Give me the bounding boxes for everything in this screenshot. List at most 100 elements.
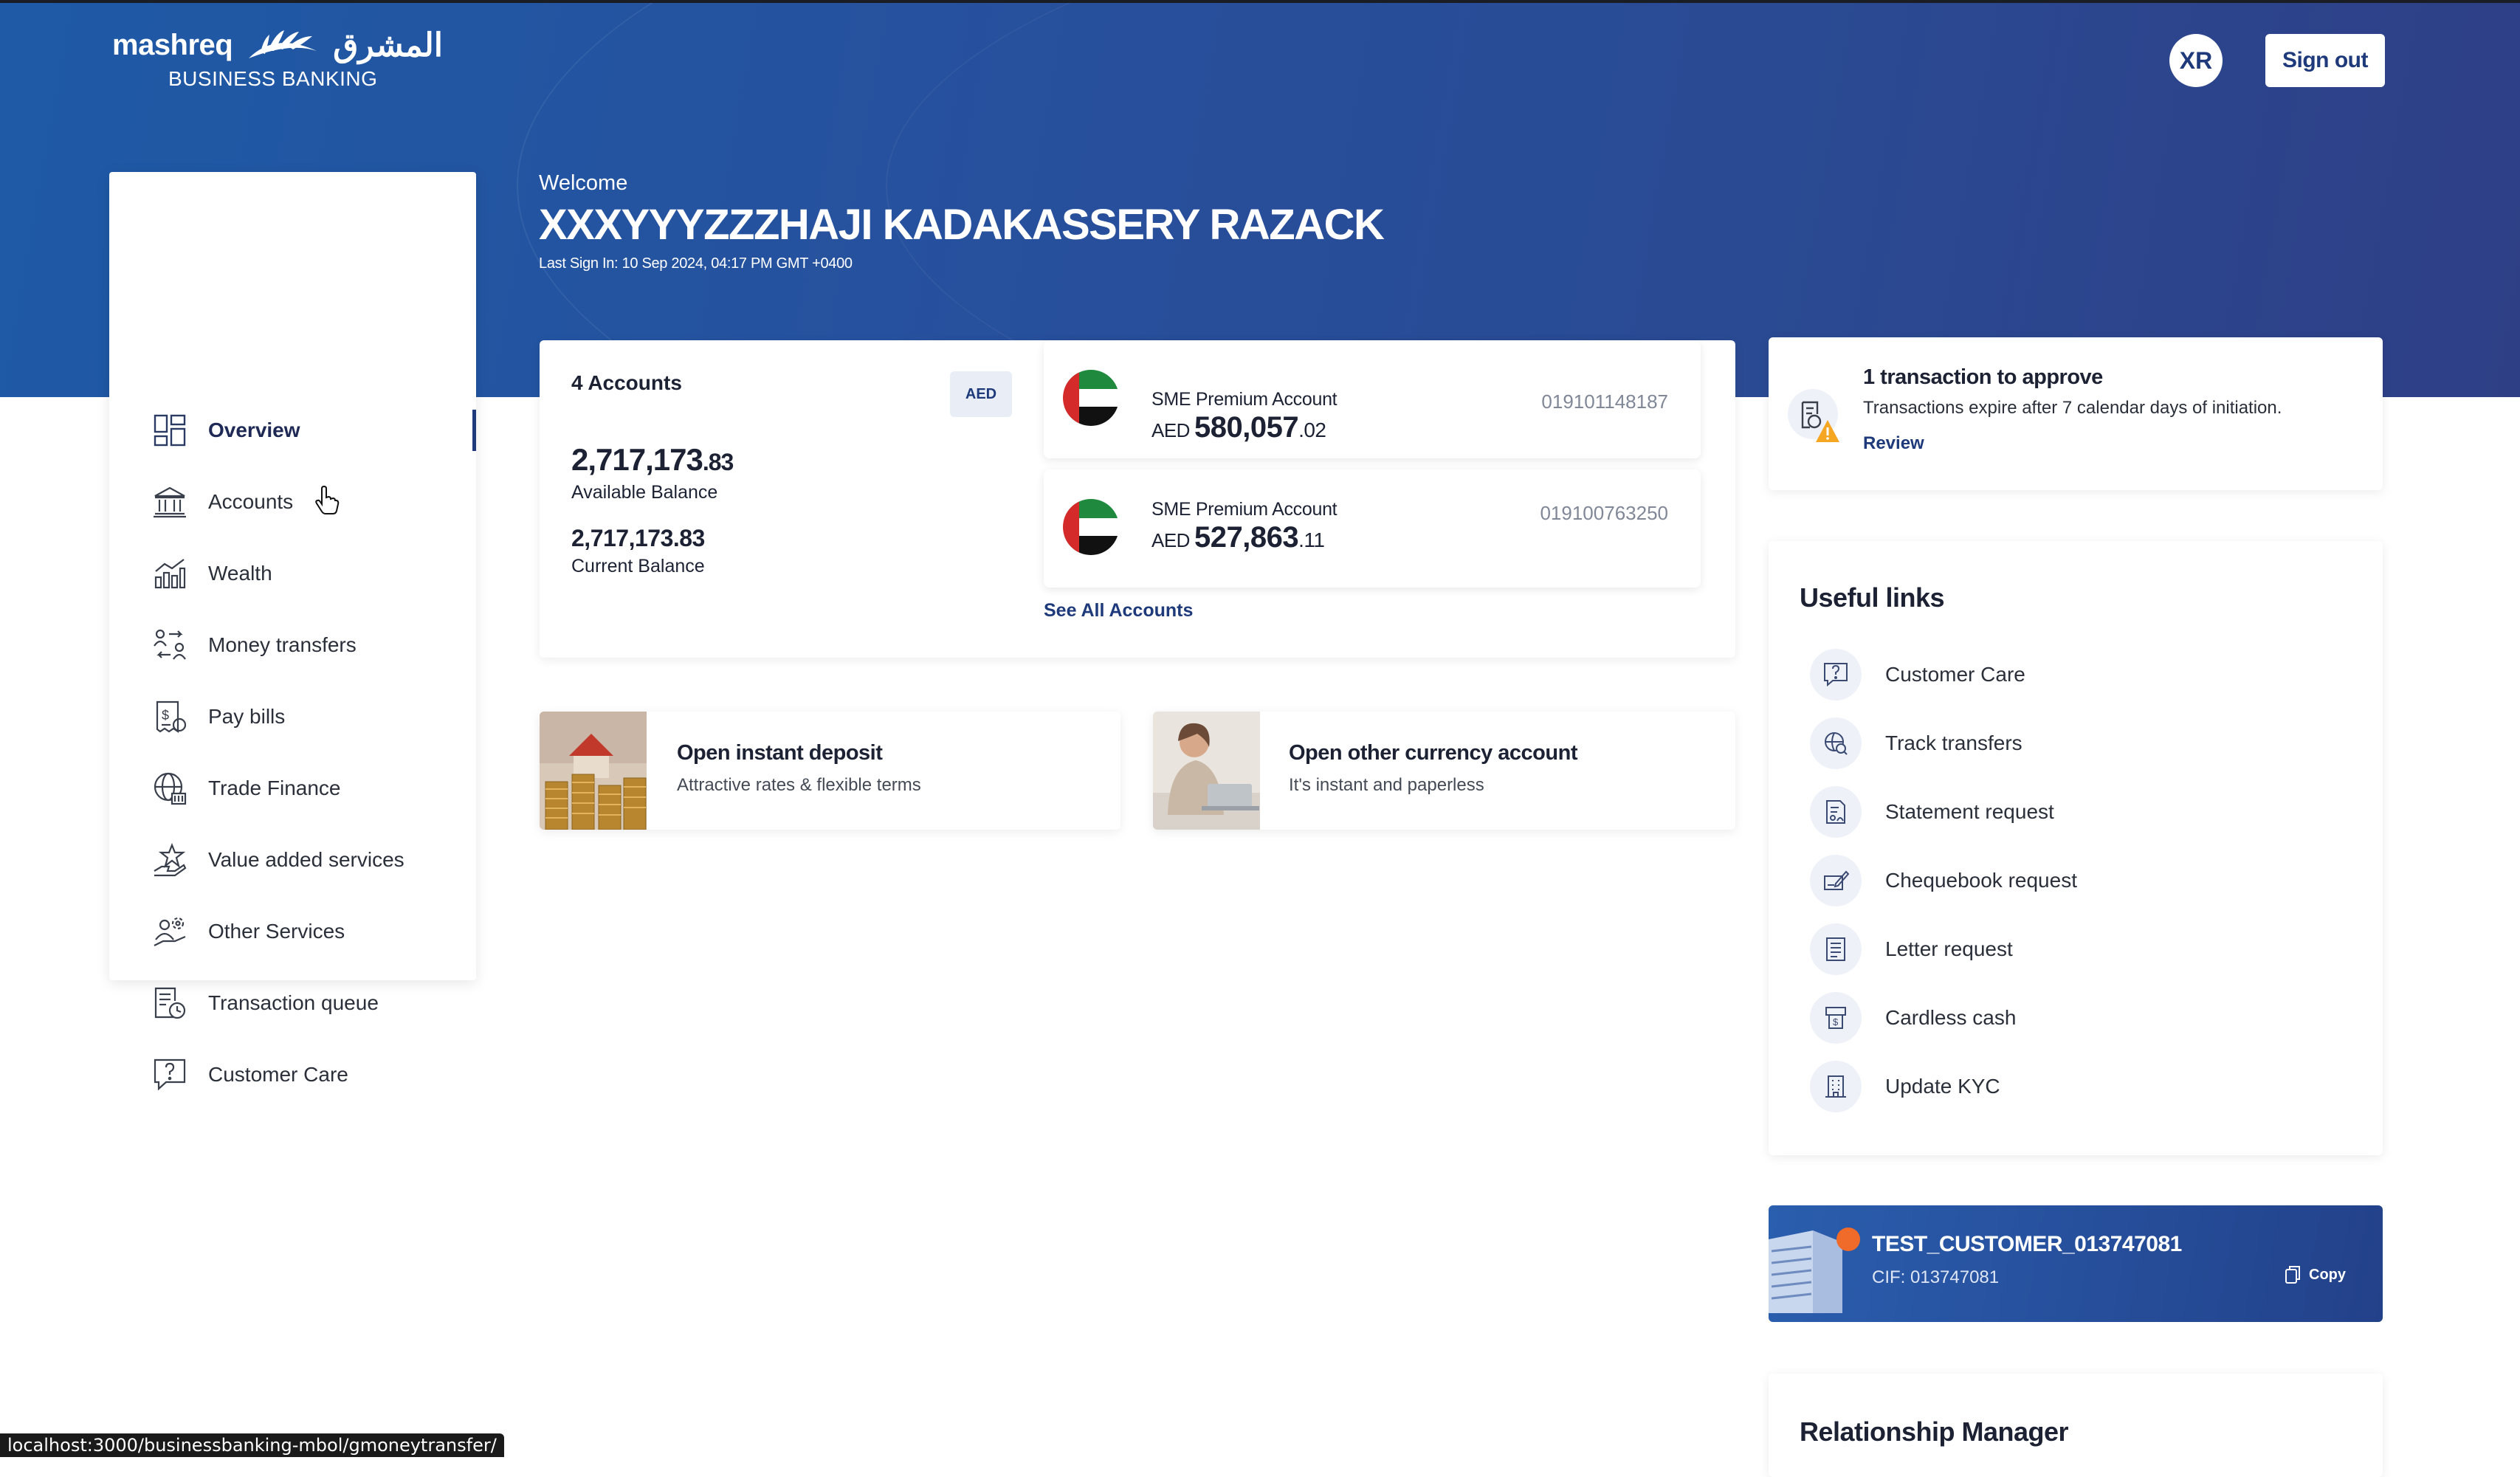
account-row[interactable]: SME Premium Account AED 527,863.11 019100…	[1044, 469, 1701, 588]
account-amount-decimal: .11	[1298, 529, 1325, 551]
notification-dot	[1836, 1228, 1860, 1251]
sidebar-item-label: Accounts	[208, 490, 294, 513]
review-link[interactable]: Review	[1863, 433, 1924, 454]
available-decimal: .83	[702, 449, 734, 475]
available-main: 2,717,173	[571, 442, 703, 477]
sidebar-item-label: Money transfers	[208, 633, 357, 656]
useful-link-label: Track transfers	[1885, 731, 2022, 754]
letter-icon	[1810, 923, 1862, 975]
globe-icon	[151, 769, 189, 808]
logo-mark-icon	[249, 30, 317, 58]
pending-approval-card: 1 transaction to approve Transactions ex…	[1769, 337, 2383, 490]
available-balance-value: 2,717,173.83	[571, 442, 734, 478]
approval-subtitle: Transactions expire after 7 calendar day…	[1863, 398, 2282, 418]
building-icon	[1810, 1061, 1862, 1112]
available-balance-label: Available Balance	[571, 482, 718, 503]
star-hand-icon	[151, 841, 189, 879]
copy-button[interactable]: Copy	[2284, 1264, 2346, 1285]
sidebar-item-other-services[interactable]: Other Services	[151, 906, 475, 957]
services-icon	[151, 912, 189, 951]
sidebar-item-value-added-services[interactable]: Value added services	[151, 834, 475, 886]
accounts-count: 4 Accounts	[571, 371, 682, 394]
svg-text:$: $	[162, 708, 169, 723]
sidebar-item-pay-bills[interactable]: $ Pay bills	[151, 691, 475, 743]
account-type: SME Premium Account	[1151, 389, 1338, 410]
account-amount: 580,057	[1194, 411, 1299, 444]
useful-link-label: Letter request	[1885, 937, 2013, 960]
bank-icon	[151, 483, 189, 521]
sidebar-item-label: Other Services	[208, 920, 345, 943]
useful-links-card: Useful links Customer Care Track transfe…	[1769, 541, 2383, 1155]
track-icon	[1810, 717, 1862, 769]
promo-currency-account[interactable]: Open other currency account It's instant…	[1153, 712, 1735, 830]
help-icon	[1810, 649, 1862, 700]
svg-text:$: $	[1833, 1016, 1839, 1027]
coins-image	[540, 712, 647, 830]
transfer-icon	[151, 626, 189, 664]
see-all-accounts-link[interactable]: See All Accounts	[1044, 600, 1193, 622]
copy-label: Copy	[2309, 1266, 2346, 1283]
useful-link-label: Cardless cash	[1885, 1006, 2017, 1029]
useful-link-label: Statement request	[1885, 800, 2054, 823]
customer-info-card: TEST_CUSTOMER_013747081 CIF: 013747081 C…	[1769, 1205, 2383, 1322]
useful-link-letter-request[interactable]: Letter request	[1810, 923, 2013, 975]
sidebar-item-label: Wealth	[208, 562, 272, 585]
bill-icon: $	[151, 698, 189, 736]
window-top-edge	[0, 0, 2520, 3]
sidebar-item-overview[interactable]: Overview	[151, 404, 475, 456]
sidebar-item-label: Transaction queue	[208, 991, 379, 1014]
sidebar-item-label: Overview	[208, 419, 300, 441]
transaction-warning-icon	[1788, 389, 1845, 450]
sidebar-item-label: Customer Care	[208, 1063, 348, 1086]
welcome-section: Welcome XXXYYYZZZHAJI KADAKASSERY RAZACK…	[539, 171, 1385, 272]
useful-link-label: Chequebook request	[1885, 869, 2077, 892]
accounts-summary-card: 4 Accounts AED 2,717,173.83 Available Ba…	[540, 340, 1735, 658]
customer-cif: CIF: 013747081	[1872, 1267, 2000, 1287]
sign-out-button[interactable]: Sign out	[2265, 34, 2385, 87]
useful-link-customer-care[interactable]: Customer Care	[1810, 649, 2025, 700]
promo-title: Open other currency account	[1289, 741, 1578, 765]
sidebar-item-label: Pay bills	[208, 705, 286, 728]
current-balance-label: Current Balance	[571, 556, 705, 576]
account-amount-decimal: .02	[1298, 419, 1326, 441]
sidebar-item-transaction-queue[interactable]: Transaction queue	[151, 977, 475, 1029]
promo-instant-deposit[interactable]: Open instant deposit Attractive rates & …	[540, 712, 1120, 830]
account-row[interactable]: SME Premium Account AED 580,057.02 019101…	[1044, 340, 1701, 458]
approval-title: 1 transaction to approve	[1863, 365, 2103, 389]
relationship-manager-card: Relationship Manager	[1769, 1374, 2383, 1477]
currency-selector[interactable]: AED	[950, 371, 1012, 417]
uae-flag-icon	[1063, 499, 1119, 555]
sidebar-item-accounts[interactable]: Accounts	[151, 476, 475, 528]
chequebook-icon	[1810, 855, 1862, 906]
chart-icon	[151, 554, 189, 593]
sidebar-item-wealth[interactable]: Wealth	[151, 548, 475, 599]
last-sign-in: Last Sign In: 10 Sep 2024, 04:17 PM GMT …	[539, 255, 853, 272]
customer-name: TEST_CUSTOMER_013747081	[1872, 1232, 2182, 1256]
useful-link-chequebook-request[interactable]: Chequebook request	[1810, 855, 2077, 906]
sidebar-item-label: Value added services	[208, 848, 404, 871]
logo-subtitle: BUSINESS BANKING	[168, 67, 378, 90]
useful-links-heading: Useful links	[1800, 582, 1945, 613]
browser-status-url: localhost:3000/businessbanking-mbol/gmon…	[0, 1433, 504, 1457]
user-avatar[interactable]: XR	[2169, 34, 2223, 87]
useful-link-statement-request[interactable]: Statement request	[1810, 786, 2054, 838]
sidebar-item-money-transfers[interactable]: Money transfers	[151, 619, 475, 671]
logo-text-ar: المشرق	[333, 27, 443, 63]
mashreq-logo[interactable]: mashreq المشرق BUSINESS BANKING	[112, 27, 443, 91]
sidebar-item-customer-care[interactable]: Customer Care	[151, 1049, 475, 1101]
relationship-manager-heading: Relationship Manager	[1800, 1416, 2069, 1447]
logo-text-en: mashreq	[112, 29, 233, 61]
atm-icon: $	[1810, 992, 1862, 1044]
woman-laptop-image	[1153, 712, 1260, 830]
useful-link-label: Update KYC	[1885, 1075, 2000, 1098]
queue-icon	[151, 984, 189, 1022]
account-number: 019101148187	[1541, 390, 1668, 413]
useful-link-cardless-cash[interactable]: $ Cardless cash	[1810, 992, 2016, 1044]
promo-subtitle: It's instant and paperless	[1289, 775, 1484, 795]
sidebar-item-trade-finance[interactable]: Trade Finance	[151, 762, 475, 814]
useful-link-update-kyc[interactable]: Update KYC	[1810, 1061, 2000, 1112]
useful-link-label: Customer Care	[1885, 663, 2025, 686]
account-balance: AED 527,863.11	[1151, 521, 1325, 554]
useful-link-track-transfers[interactable]: Track transfers	[1810, 717, 2022, 769]
account-balance: AED 580,057.02	[1151, 411, 1326, 444]
